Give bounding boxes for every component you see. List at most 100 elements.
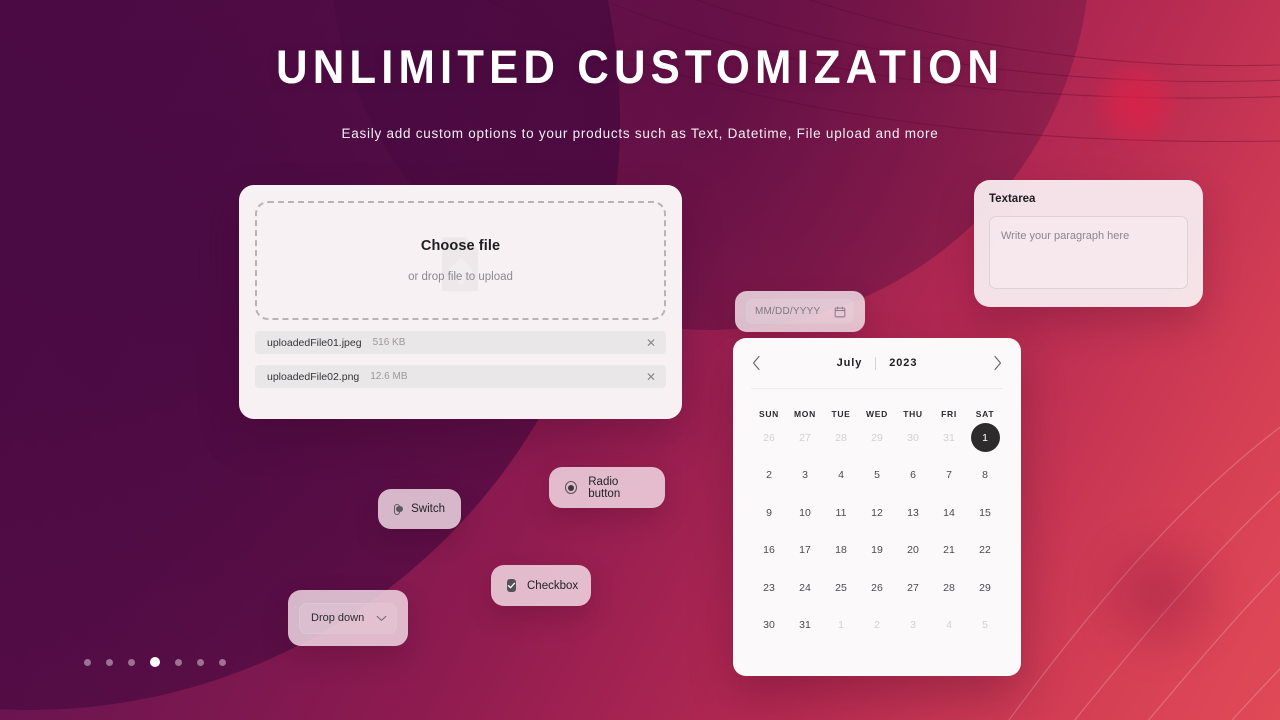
calendar-day[interactable]: 12 [859, 494, 895, 532]
calendar-day[interactable]: 30 [751, 607, 787, 645]
calendar-weekday: TUE [831, 409, 851, 419]
calendar-day[interactable]: 14 [931, 494, 967, 532]
calendar-weekday-row: SUN MON TUE WED THU FRI SAT [751, 389, 1003, 419]
calendar-day[interactable]: 2 [751, 457, 787, 495]
calendar-day-selected[interactable]: 1 [967, 419, 1003, 457]
file-name: uploadedFile02.png [267, 370, 360, 383]
calendar-day[interactable]: 21 [931, 532, 967, 570]
dropdown-select[interactable]: Drop down [299, 602, 397, 634]
calendar-weekday: MON [794, 409, 816, 419]
pagination-dot[interactable] [106, 658, 113, 666]
calendar-day[interactable]: 31 [931, 419, 967, 457]
date-input-card: MM/DD/YYYY [735, 291, 865, 332]
pagination-dots [84, 657, 226, 667]
calendar-day[interactable]: 8 [967, 457, 1003, 495]
calendar-day[interactable]: 23 [751, 569, 787, 607]
calendar-day-grid: 26 27 28 29 30 31 1 2 3 4 5 6 7 8 9 10 11 12 13 14 15 16 17 18 1… [751, 419, 1003, 644]
date-input[interactable]: MM/DD/YYYY [746, 299, 854, 324]
page-header: UNLIMITED CUSTOMIZATION Easily add custo… [0, 40, 1280, 142]
switch-label: Switch [411, 503, 445, 515]
file-size: 12.6 MB [370, 371, 408, 382]
calendar-day[interactable]: 16 [751, 532, 787, 570]
background-glow-blob-secondary [1085, 520, 1235, 670]
calendar-day[interactable]: 3 [895, 607, 931, 645]
calendar-day[interactable]: 13 [895, 494, 931, 532]
calendar-separator [875, 356, 877, 370]
close-icon[interactable]: ✕ [646, 337, 656, 349]
calendar-day[interactable]: 18 [823, 532, 859, 570]
radio-label: Radio button [588, 475, 621, 500]
choose-file-label: Choose file [420, 238, 501, 254]
calendar-year[interactable]: 2023 [889, 357, 917, 369]
calendar-weekday: SUN [758, 409, 780, 419]
calendar-day[interactable]: 29 [859, 419, 895, 457]
drop-file-hint: or drop file to upload [408, 271, 513, 283]
chevron-down-icon [376, 615, 387, 621]
pagination-dot[interactable] [84, 658, 91, 666]
calendar-day[interactable]: 11 [823, 494, 859, 532]
pagination-dot[interactable] [128, 658, 135, 666]
calendar-day[interactable]: 29 [967, 569, 1003, 607]
calendar-day[interactable]: 2 [859, 607, 895, 645]
file-size: 516 KB [372, 337, 406, 348]
calendar-title: July 2023 [762, 356, 992, 370]
page-title: UNLIMITED CUSTOMIZATION [276, 40, 1004, 93]
calendar-day[interactable]: 24 [787, 569, 823, 607]
textarea-card: Textarea Write your paragraph here [974, 180, 1203, 307]
calendar-weekday: SAT [975, 409, 995, 419]
calendar-day[interactable]: 6 [895, 457, 931, 495]
radio-selected-icon[interactable] [565, 481, 578, 494]
calendar-day[interactable]: 5 [967, 607, 1003, 645]
pagination-dot-active[interactable] [150, 657, 160, 667]
checkbox-control[interactable]: Checkbox [491, 565, 591, 606]
calendar-day[interactable]: 27 [895, 569, 931, 607]
calendar-day[interactable]: 22 [967, 532, 1003, 570]
calendar-day[interactable]: 28 [931, 569, 967, 607]
calendar-day[interactable]: 10 [787, 494, 823, 532]
checkbox-checked-icon[interactable] [507, 579, 516, 592]
calendar-day[interactable]: 31 [787, 607, 823, 645]
calendar-weekday: WED [866, 409, 888, 419]
calendar-day[interactable]: 7 [931, 457, 967, 495]
calendar-weekday: THU [903, 409, 923, 419]
calendar-day[interactable]: 26 [859, 569, 895, 607]
date-placeholder: MM/DD/YYYY [755, 306, 821, 317]
dropdown-card: Drop down [288, 590, 408, 646]
calendar-day[interactable]: 26 [751, 419, 787, 457]
file-name: uploadedFile01.jpeg [267, 336, 362, 349]
switch-control[interactable]: Switch [378, 489, 461, 529]
calendar-month[interactable]: July [837, 357, 863, 369]
calendar-day[interactable]: 5 [859, 457, 895, 495]
file-upload-card: Choose file or drop file to upload uploa… [239, 185, 682, 419]
calendar-day[interactable]: 4 [931, 607, 967, 645]
calendar-header: July 2023 [751, 338, 1003, 389]
file-dropzone[interactable]: Choose file or drop file to upload [255, 201, 666, 320]
toggle-switch-icon[interactable] [394, 503, 403, 515]
calendar-day[interactable]: 20 [895, 532, 931, 570]
calendar-day[interactable]: 27 [787, 419, 823, 457]
dropdown-label: Drop down [311, 612, 365, 624]
calendar-day[interactable]: 15 [967, 494, 1003, 532]
calendar-day[interactable]: 3 [787, 457, 823, 495]
textarea-input[interactable]: Write your paragraph here [989, 216, 1188, 289]
calendar-day[interactable]: 25 [823, 569, 859, 607]
calendar-day[interactable]: 17 [787, 532, 823, 570]
calendar-day[interactable]: 4 [823, 457, 859, 495]
pagination-dot[interactable] [219, 658, 226, 666]
calendar-day[interactable]: 1 [823, 607, 859, 645]
radio-control[interactable]: Radio button [549, 467, 665, 508]
pagination-dot[interactable] [175, 658, 182, 666]
calendar-day[interactable]: 28 [823, 419, 859, 457]
calendar-day[interactable]: 9 [751, 494, 787, 532]
chevron-right-icon[interactable] [992, 355, 1003, 371]
calendar-day[interactable]: 30 [895, 419, 931, 457]
calendar-icon [834, 306, 846, 317]
chevron-left-icon[interactable] [751, 355, 762, 371]
checkbox-label: Checkbox [527, 579, 579, 592]
calendar-day[interactable]: 19 [859, 532, 895, 570]
calendar-weekday: FRI [941, 409, 957, 419]
pagination-dot[interactable] [197, 658, 204, 666]
uploaded-file-row: uploadedFile01.jpeg 516 KB ✕ [255, 331, 666, 354]
close-icon[interactable]: ✕ [646, 371, 656, 383]
uploaded-file-row: uploadedFile02.png 12.6 MB ✕ [255, 365, 666, 388]
